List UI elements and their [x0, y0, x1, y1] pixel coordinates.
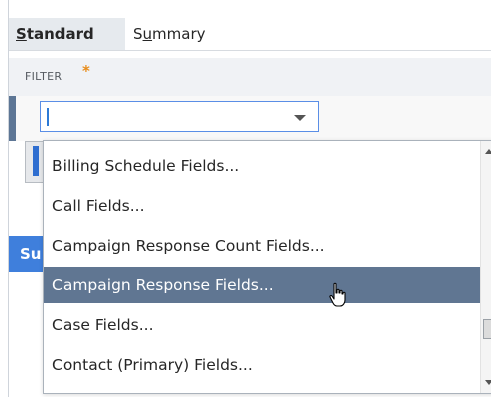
submit-button[interactable]: Su: [9, 236, 43, 272]
dropdown-option[interactable]: Campaign Response Count Fields...: [44, 228, 482, 264]
scroll-thumb[interactable]: [483, 319, 491, 339]
tab-summary-label: mmary: [152, 25, 206, 43]
hand-cursor-icon: [329, 282, 346, 307]
dropdown-scrollbar[interactable]: [480, 141, 491, 393]
scroll-down-icon[interactable]: [485, 380, 491, 385]
add-button-accent: [33, 146, 39, 176]
search-criteria-panel: Standard Summary FILTER * Su Billing Sch…: [8, 0, 491, 397]
dropdown-option[interactable]: Case Fields...: [44, 307, 482, 343]
dropdown-option[interactable]: Call Fields...: [44, 188, 482, 224]
tab-summary-accesskey: u: [142, 25, 153, 43]
dropdown-option[interactable]: Billing Schedule Fields...: [44, 148, 482, 184]
tab-standard-accesskey: S: [16, 25, 27, 43]
text-caret: [47, 108, 49, 126]
dropdown-option[interactable]: Contact (Primary) Fields...: [44, 347, 482, 383]
filter-select[interactable]: [40, 101, 319, 132]
row-accent-bar: [9, 96, 16, 141]
filter-label: FILTER: [25, 70, 63, 83]
filter-dropdown-list[interactable]: Billing Schedule Fields... Call Fields..…: [43, 140, 491, 394]
tab-bar: Standard Summary: [9, 0, 491, 51]
filter-header: FILTER *: [9, 58, 491, 96]
scroll-up-icon[interactable]: [485, 149, 491, 154]
tab-summary[interactable]: Summary: [125, 18, 233, 50]
tab-standard-label: tandard: [26, 25, 94, 43]
tab-summary-label-pre: S: [133, 25, 143, 43]
dropdown-option-highlighted[interactable]: Campaign Response Fields...: [44, 267, 482, 303]
chevron-down-icon[interactable]: [294, 115, 306, 121]
tab-standard[interactable]: Standard: [9, 18, 125, 50]
required-mark: *: [82, 62, 90, 80]
